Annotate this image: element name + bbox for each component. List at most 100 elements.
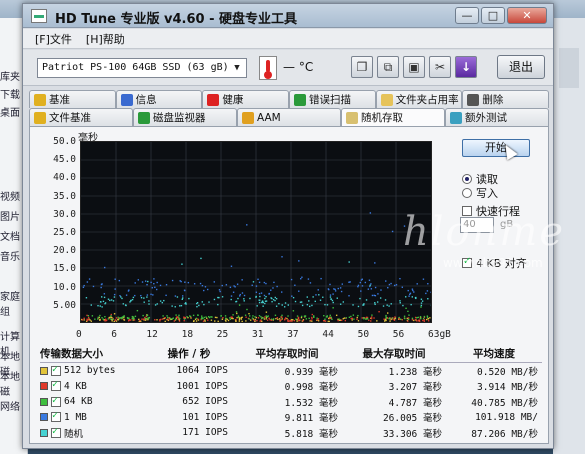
data-point: [292, 319, 294, 321]
data-point: [278, 302, 280, 305]
series-checkbox[interactable]: [51, 395, 61, 407]
data-point: [290, 278, 293, 281]
data-point: [391, 317, 394, 319]
row-avg-speed: 40.785 MB/秒: [471, 397, 538, 409]
screenshot-button[interactable]: ✂: [429, 56, 451, 78]
data-point: [274, 314, 277, 316]
data-point: [417, 316, 419, 319]
data-point: [255, 291, 258, 293]
title-bar[interactable]: HD Tune 专业版 v4.60 - 硬盘专业工具 — □ ✕: [23, 4, 553, 28]
data-point: [163, 299, 165, 302]
tab-folder-usage[interactable]: 文件夹占用率: [375, 90, 463, 108]
copy-button[interactable]: ❐: [351, 56, 373, 78]
menu-file[interactable]: [F]文件: [35, 31, 72, 47]
exit-button[interactable]: 退出: [497, 55, 545, 79]
data-point: [104, 316, 106, 318]
data-point: [143, 297, 145, 299]
data-point: [110, 299, 113, 301]
data-point: [294, 284, 296, 286]
tab-info[interactable]: 信息: [115, 90, 203, 108]
data-point: [323, 315, 325, 317]
data-point: [185, 303, 187, 305]
series-checkbox[interactable]: [51, 426, 61, 438]
data-point: [235, 320, 237, 322]
series-color-swatch: [40, 428, 48, 437]
data-point: [307, 278, 310, 280]
write-radio[interactable]: [462, 188, 472, 198]
data-point: [213, 281, 215, 283]
data-point: [132, 317, 135, 320]
data-point: [174, 295, 177, 297]
tab-benchmark[interactable]: 基准: [29, 90, 116, 108]
data-point: [184, 281, 186, 283]
data-point: [399, 302, 401, 304]
data-point: [357, 284, 360, 287]
data-point: [422, 278, 425, 280]
tab-health[interactable]: 健康: [202, 90, 290, 108]
data-point: [416, 317, 418, 319]
data-point: [250, 319, 252, 321]
tab-error-scan[interactable]: 错误扫描: [289, 90, 376, 108]
header-max-access: 最大存取时间: [362, 348, 426, 360]
data-point: [371, 316, 373, 318]
data-point: [237, 297, 239, 300]
tab-aam[interactable]: AAM: [237, 108, 341, 126]
tab-file-benchmark[interactable]: 文件基准: [29, 108, 133, 126]
data-point: [374, 302, 376, 304]
data-point: [334, 288, 336, 291]
drive-select[interactable]: Patriot PS-100 64GB SSD (63 gB) ▼: [37, 58, 247, 78]
data-point: [156, 281, 158, 284]
data-point: [263, 281, 266, 284]
data-point: [263, 318, 266, 320]
data-point: [390, 317, 392, 320]
data-point: [275, 317, 277, 320]
data-point: [345, 317, 347, 319]
data-point: [362, 304, 364, 306]
data-point: [113, 293, 116, 296]
tab-extra-tests[interactable]: 额外测试: [445, 108, 549, 126]
data-point: [413, 319, 415, 322]
series-checkbox[interactable]: [51, 379, 61, 392]
erase-icon: [467, 93, 480, 106]
data-point: [107, 318, 110, 320]
data-point: [114, 278, 116, 280]
row-avg-speed: 3.914 MB/秒: [477, 382, 538, 394]
tab-random-access[interactable]: 随机存取: [341, 108, 445, 126]
series-checkbox[interactable]: [51, 410, 61, 423]
minimize-button[interactable]: —: [455, 7, 479, 24]
x-tick-label: 63gB: [428, 329, 451, 340]
maximize-button[interactable]: □: [481, 7, 505, 24]
data-point: [232, 314, 234, 316]
row-avg-access: 0.939 毫秒: [284, 366, 338, 378]
data-point: [286, 317, 288, 320]
data-point: [211, 316, 213, 318]
data-point: [161, 318, 164, 320]
close-button[interactable]: ✕: [507, 7, 547, 24]
table-header: 传输数据大小 操作 / 秒 平均存取时间 最大存取时间 平均速度: [40, 345, 542, 363]
data-point: [171, 279, 174, 282]
data-point: [278, 318, 281, 320]
data-point: [150, 281, 152, 284]
series-checkbox[interactable]: [51, 364, 61, 376]
data-point: [134, 294, 136, 297]
save-button[interactable]: ▣: [403, 56, 425, 78]
data-point: [293, 319, 296, 322]
tab-erase[interactable]: 删除: [462, 90, 550, 108]
data-point: [97, 305, 99, 307]
menu-help[interactable]: [H]帮助: [86, 31, 125, 47]
data-point: [311, 313, 313, 316]
data-point: [179, 317, 181, 320]
download-button[interactable]: ↓: [455, 56, 477, 78]
data-point: [308, 305, 311, 308]
data-point: [408, 295, 410, 297]
data-point: [367, 288, 370, 290]
copy-all-button[interactable]: ⧉: [377, 56, 399, 78]
data-point: [407, 317, 410, 319]
read-radio[interactable]: [462, 174, 472, 184]
tab-disk-monitor[interactable]: 磁盘监视器: [133, 108, 237, 126]
data-point: [405, 296, 407, 298]
write-option[interactable]: 写入: [462, 185, 498, 201]
start-button[interactable]: 开始: [462, 139, 530, 157]
data-point: [316, 317, 318, 319]
row-ops: 1001 IOPS: [176, 380, 228, 392]
